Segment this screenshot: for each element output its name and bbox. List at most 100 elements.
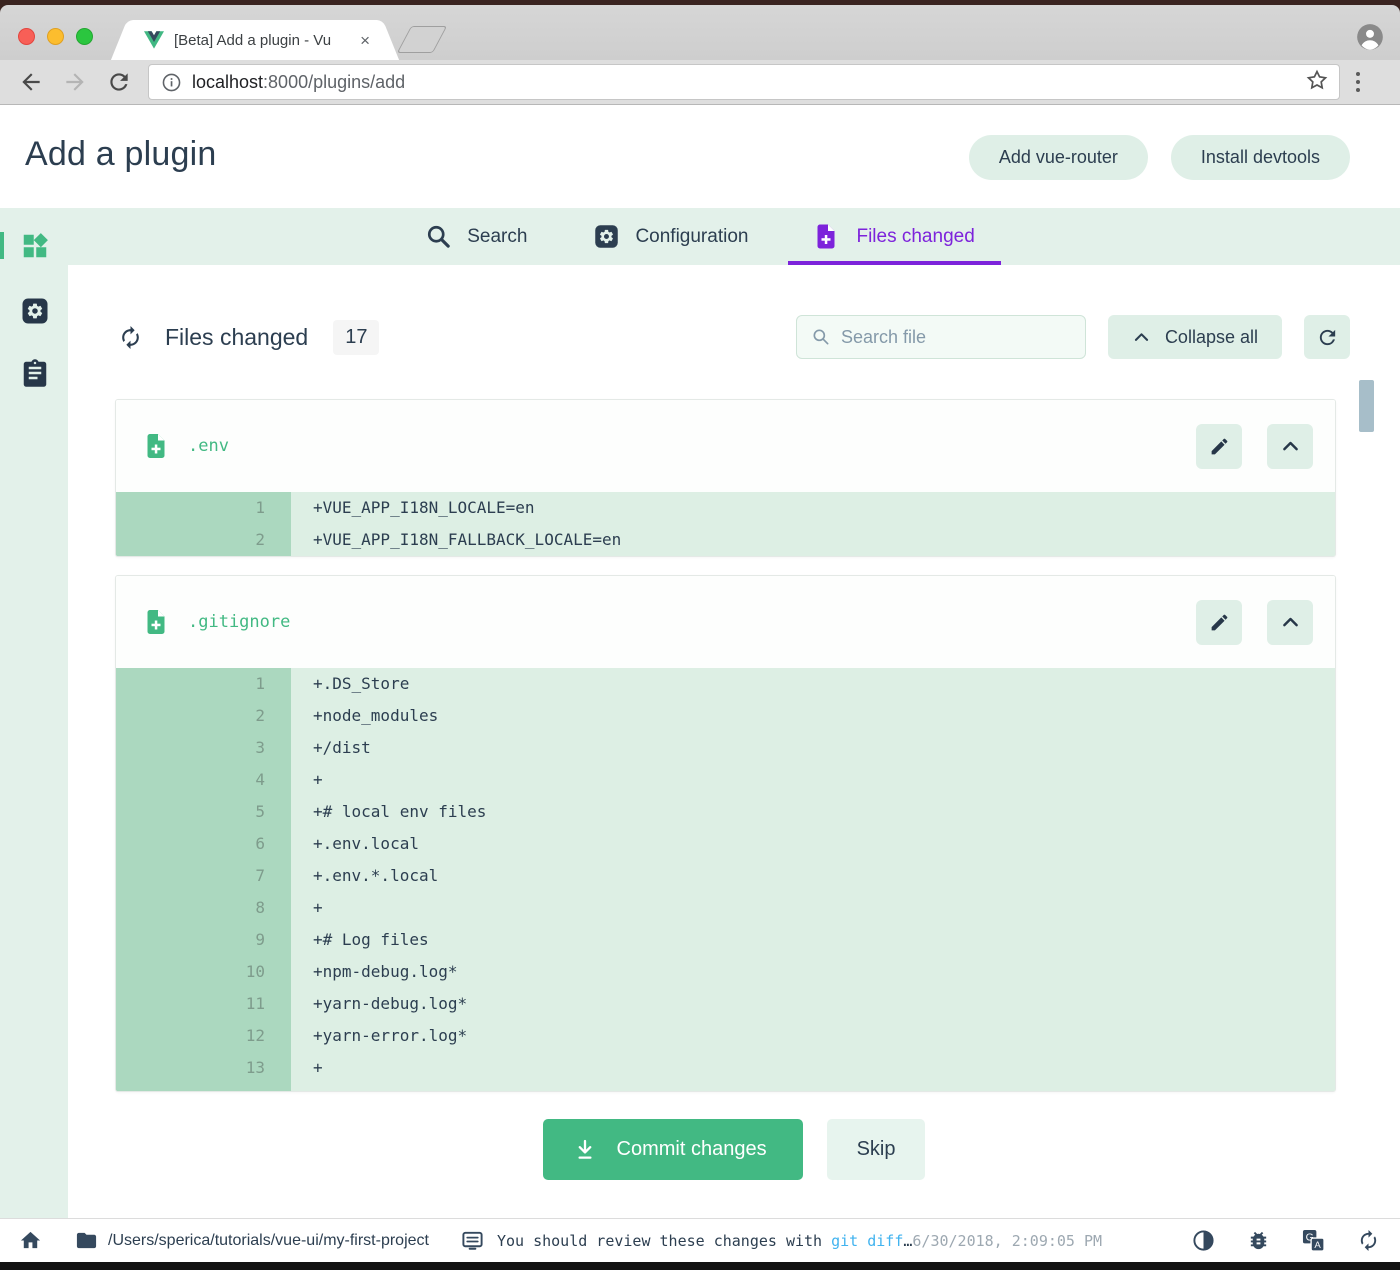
browser-window: [Beta] Add a plugin - Vu × localhost:800… <box>0 0 1400 1270</box>
status-bar-tools: GA <box>1192 1229 1380 1252</box>
new-tab-button[interactable] <box>397 26 447 53</box>
page-title: Add a plugin <box>25 135 216 174</box>
file-actions <box>1196 424 1313 469</box>
diff-line: 13 + <box>116 1052 1335 1084</box>
console-log-icon[interactable] <box>461 1229 484 1252</box>
diff-line: 14 <box>116 1084 1335 1091</box>
file-diff: 1 +VUE_APP_I18N_LOCALE=en 2 +VUE_APP_I18… <box>116 492 1335 556</box>
diff-line-content: + <box>291 764 1335 796</box>
commit-changes-button[interactable]: Commit changes <box>543 1119 803 1180</box>
autorenew-icon <box>118 325 143 350</box>
browser-menu-icon[interactable] <box>1356 72 1360 92</box>
back-button-icon[interactable] <box>18 69 44 95</box>
dark-mode-contrast-icon[interactable] <box>1192 1229 1215 1252</box>
tasks-clipboard-icon[interactable] <box>20 358 50 388</box>
page-info-icon[interactable] <box>161 72 182 93</box>
reload-button-icon[interactable] <box>106 69 132 95</box>
bug-report-icon[interactable] <box>1247 1229 1270 1252</box>
diff-line-content: +VUE_APP_I18N_FALLBACK_LOCALE=en <box>291 524 1335 556</box>
app-header: Add a plugin Add vue-router Install devt… <box>0 105 1400 208</box>
settings-box-icon[interactable] <box>20 296 50 326</box>
edit-file-button[interactable] <box>1196 424 1242 469</box>
file-card: .env 1 +VUE_APP_I18N_LOCALE=en 2 +VUE_AP… <box>115 399 1336 557</box>
status-message[interactable]: You should review these changes with git… <box>497 1232 1102 1250</box>
add-vue-router-button[interactable]: Add vue-router <box>969 135 1148 180</box>
tab-bar: Search Configuration Files changed <box>0 208 1400 265</box>
main-content: Files changed 17 Collapse all <box>68 265 1400 1218</box>
widgets-icon[interactable] <box>20 231 50 261</box>
collapse-file-button[interactable] <box>1267 424 1313 469</box>
skip-button[interactable]: Skip <box>827 1119 926 1180</box>
diff-line: 12 +yarn-error.log* <box>116 1020 1335 1052</box>
file-name: .env <box>188 436 229 456</box>
file-plus-icon <box>814 223 841 250</box>
search-icon <box>425 223 452 250</box>
diff-line-content <box>291 1084 1335 1091</box>
collapse-all-label: Collapse all <box>1165 327 1258 348</box>
diff-line-content: +node_modules <box>291 700 1335 732</box>
git-diff-command: git diff <box>831 1232 903 1250</box>
diff-line: 8 + <box>116 892 1335 924</box>
close-window-button[interactable] <box>18 28 35 45</box>
tab-search[interactable]: Search <box>399 208 553 265</box>
diff-line-number: 7 <box>116 860 291 892</box>
chevron-up-icon <box>1132 328 1151 347</box>
file-added-icon <box>144 432 168 460</box>
minimize-window-button[interactable] <box>47 28 64 45</box>
install-devtools-button[interactable]: Install devtools <box>1171 135 1350 180</box>
forward-button-icon[interactable] <box>62 69 88 95</box>
diff-line: 3 +/dist <box>116 732 1335 764</box>
diff-line-content: +npm-debug.log* <box>291 956 1335 988</box>
sidebar <box>0 208 68 1270</box>
tab-configuration[interactable]: Configuration <box>567 208 774 265</box>
diff-line-content: +.env.*.local <box>291 860 1335 892</box>
diff-line-number: 2 <box>116 700 291 732</box>
diff-line: 1 +.DS_Store <box>116 668 1335 700</box>
browser-tab[interactable]: [Beta] Add a plugin - Vu × <box>130 20 380 60</box>
diff-line: 10 +npm-debug.log* <box>116 956 1335 988</box>
sync-icon[interactable] <box>1357 1229 1380 1252</box>
file-card: .gitignore 1 +.DS_Store 2 +node_modules … <box>115 575 1336 1092</box>
diff-line-content: + <box>291 1052 1335 1084</box>
translate-icon[interactable]: GA <box>1302 1229 1325 1252</box>
commit-changes-label: Commit changes <box>617 1138 767 1161</box>
diff-line: 1 +VUE_APP_I18N_LOCALE=en <box>116 492 1335 524</box>
file-card-header: .env <box>116 400 1335 492</box>
folder-icon[interactable] <box>75 1229 98 1252</box>
traffic-lights <box>18 28 93 45</box>
diff-line-number: 8 <box>116 892 291 924</box>
file-actions <box>1196 600 1313 645</box>
diff-line-number: 1 <box>116 668 291 700</box>
refresh-files-button[interactable] <box>1304 315 1350 359</box>
collapse-all-button[interactable]: Collapse all <box>1108 315 1282 359</box>
bookmark-star-icon[interactable] <box>1305 68 1329 97</box>
header-actions: Add vue-router Install devtools <box>969 135 1350 180</box>
svg-text:A: A <box>1314 1240 1321 1251</box>
diff-line-number: 10 <box>116 956 291 988</box>
close-tab-icon[interactable]: × <box>360 32 370 49</box>
url-bar[interactable]: localhost:8000/plugins/add <box>148 64 1340 100</box>
diff-line-content: +.DS_Store <box>291 668 1335 700</box>
file-diff: 1 +.DS_Store 2 +node_modules 3 +/dist 4 … <box>116 668 1335 1091</box>
diff-line-number: 11 <box>116 988 291 1020</box>
diff-line-content: +.env.local <box>291 828 1335 860</box>
profile-avatar-icon[interactable] <box>1356 23 1384 51</box>
scrollbar-thumb[interactable] <box>1359 380 1374 432</box>
diff-line-content: +yarn-debug.log* <box>291 988 1335 1020</box>
browser-tab-title: [Beta] Add a plugin - Vu <box>174 32 331 49</box>
browser-toolbar: localhost:8000/plugins/add <box>0 60 1400 105</box>
files-count-badge: 17 <box>333 320 379 355</box>
browser-tab-strip: [Beta] Add a plugin - Vu × <box>0 5 1400 60</box>
collapse-file-button[interactable] <box>1267 600 1313 645</box>
zoom-window-button[interactable] <box>76 28 93 45</box>
tab-files-changed[interactable]: Files changed <box>788 208 1000 265</box>
commit-actions: Commit changes Skip <box>68 1119 1400 1180</box>
vue-favicon <box>144 31 164 49</box>
url-text: localhost:8000/plugins/add <box>192 72 405 93</box>
project-path[interactable]: /Users/sperica/tutorials/vue-ui/my-first… <box>108 1232 429 1250</box>
edit-file-button[interactable] <box>1196 600 1242 645</box>
diff-line-number: 9 <box>116 924 291 956</box>
file-search-input[interactable] <box>841 327 1071 348</box>
home-icon[interactable] <box>19 1229 42 1252</box>
sidebar-active-indicator <box>0 232 4 259</box>
